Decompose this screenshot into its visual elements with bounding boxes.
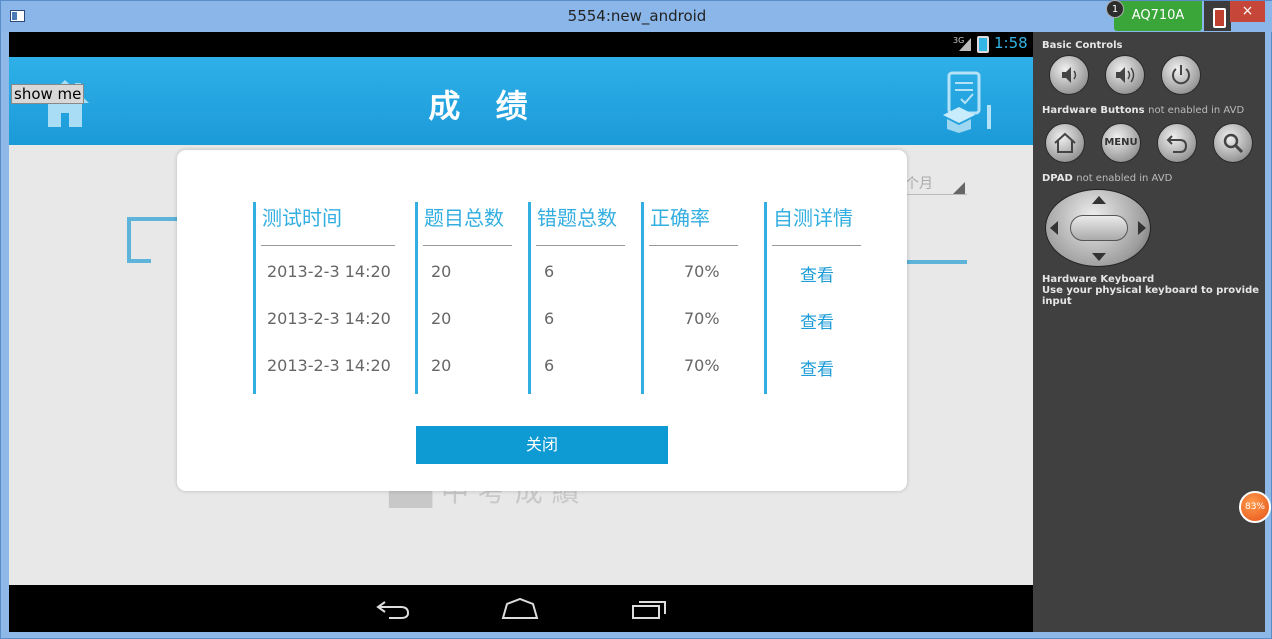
scores-dialog: 测试时间 2013-2-3 14:20 2013-2-3 14:20 2013-… (177, 150, 907, 491)
column-header: 自测详情 (773, 206, 853, 230)
recent-apps-icon[interactable] (631, 598, 667, 620)
volume-up-button[interactable] (1105, 55, 1145, 95)
dpad-right-icon[interactable] (1138, 221, 1146, 235)
window-title: 5554:new_android (567, 7, 707, 25)
column-total: 题目总数 20 20 20 (415, 202, 528, 394)
search-icon (1223, 133, 1244, 154)
dpad-up-icon[interactable] (1092, 196, 1106, 204)
view-detail-link[interactable]: 查看 (800, 308, 834, 333)
avd-count-badge: 1 (1106, 0, 1124, 18)
column-divider (261, 245, 395, 246)
view-detail-link[interactable]: 查看 (800, 261, 834, 286)
cell-accuracy: 70% (684, 356, 720, 375)
emulator-controls-panel: Basic Controls Hardware Buttons not enab… (1033, 32, 1265, 632)
column-accuracy: 正确率 70% 70% 70% (641, 202, 764, 394)
column-header: 测试时间 (262, 206, 342, 230)
app-header: 成 绩 show me (9, 57, 1033, 145)
volume-down-icon (1062, 67, 1077, 83)
column-detail: 自测详情 查看 查看 查看 (764, 202, 874, 394)
dpad-center-button[interactable] (1070, 215, 1128, 241)
page-title: 成 绩 (428, 87, 540, 125)
hardware-buttons-title: Hardware Buttons (1042, 105, 1145, 116)
dpad-control[interactable] (1045, 189, 1151, 267)
bg-decoration-left (127, 217, 177, 263)
bg-decoration-right (905, 260, 967, 264)
phone-icon[interactable] (1204, 1, 1231, 31)
cell-time: 2013-2-3 14:20 (267, 309, 391, 328)
cell-wrong: 6 (544, 309, 555, 328)
cell-total: 20 (431, 356, 452, 375)
dpad-title: DPAD (1042, 173, 1073, 184)
dpad-down-icon[interactable] (1092, 253, 1106, 261)
view-detail-link[interactable]: 查看 (800, 355, 834, 380)
home-hw-icon (1054, 132, 1076, 153)
month-label: 个月 (905, 176, 933, 192)
close-window-button[interactable]: × (1230, 1, 1265, 22)
status-bar: 3G 1:58 (9, 32, 1033, 57)
power-button[interactable] (1161, 55, 1201, 95)
home-hw-button[interactable] (1045, 123, 1085, 163)
network-signal-icon: 3G (953, 36, 971, 52)
dpad-left-icon[interactable] (1050, 221, 1058, 235)
power-icon (1172, 65, 1190, 85)
cell-accuracy: 70% (684, 262, 720, 281)
bg-decoration-left-foot (127, 259, 151, 263)
cell-time: 2013-2-3 14:20 (267, 356, 391, 375)
month-selector[interactable]: 个月 (905, 173, 967, 195)
column-divider (536, 245, 625, 246)
volume-up-icon (1116, 67, 1135, 83)
hardware-keyboard-note: Use your physical keyboard to provide in… (1042, 285, 1260, 307)
title-bar: 5554:new_android AQ710A 1 × (1, 0, 1272, 32)
hardware-buttons-label: Hardware Buttons not enabled in AVD (1042, 105, 1244, 116)
dpad-label: DPAD not enabled in AVD (1042, 173, 1172, 184)
network-type: 3G (953, 36, 965, 45)
column-divider (649, 245, 738, 246)
column-header: 错题总数 (537, 206, 617, 230)
menu-hw-button[interactable]: MENU (1101, 123, 1141, 163)
volume-down-button[interactable] (1049, 55, 1089, 95)
column-divider (772, 245, 861, 246)
basic-controls-label: Basic Controls (1042, 40, 1123, 51)
column-wrong: 错题总数 6 6 6 (528, 202, 641, 394)
column-header: 题目总数 (424, 206, 504, 230)
cell-wrong: 6 (544, 262, 555, 281)
status-clock: 1:58 (994, 34, 1028, 52)
cell-total: 20 (431, 262, 452, 281)
show-me-button[interactable]: show me (11, 84, 85, 104)
cell-wrong: 6 (544, 356, 555, 375)
cell-accuracy: 70% (684, 309, 720, 328)
report-icon[interactable] (941, 71, 997, 133)
column-divider (423, 245, 512, 246)
back-icon[interactable] (375, 598, 411, 622)
home-nav-icon[interactable] (501, 598, 539, 620)
back-hw-icon (1166, 135, 1188, 153)
close-dialog-button[interactable]: 关闭 (416, 426, 668, 464)
avd-name-chip[interactable]: AQ710A (1114, 1, 1202, 31)
cell-time: 2013-2-3 14:20 (267, 262, 391, 281)
cell-total: 20 (431, 309, 452, 328)
overlay-percent-badge[interactable]: 83% (1239, 491, 1271, 523)
search-hw-button[interactable] (1213, 123, 1253, 163)
dpad-note: not enabled in AVD (1076, 173, 1173, 184)
column-test-time: 测试时间 2013-2-3 14:20 2013-2-3 14:20 2013-… (253, 202, 415, 394)
hardware-keyboard-label: Hardware Keyboard (1042, 274, 1155, 285)
battery-icon (977, 36, 989, 53)
back-hw-button[interactable] (1157, 123, 1197, 163)
hardware-buttons-note: not enabled in AVD (1148, 105, 1245, 116)
column-header: 正确率 (650, 206, 710, 230)
emulator-window: 5554:new_android AQ710A 1 × 3G 1:58 成 绩 (0, 0, 1272, 639)
android-nav-bar (9, 585, 1033, 632)
device-screen: 3G 1:58 成 绩 show me 个月 ▇▇ 中 考 成 績 测试时间 2… (9, 32, 1033, 632)
